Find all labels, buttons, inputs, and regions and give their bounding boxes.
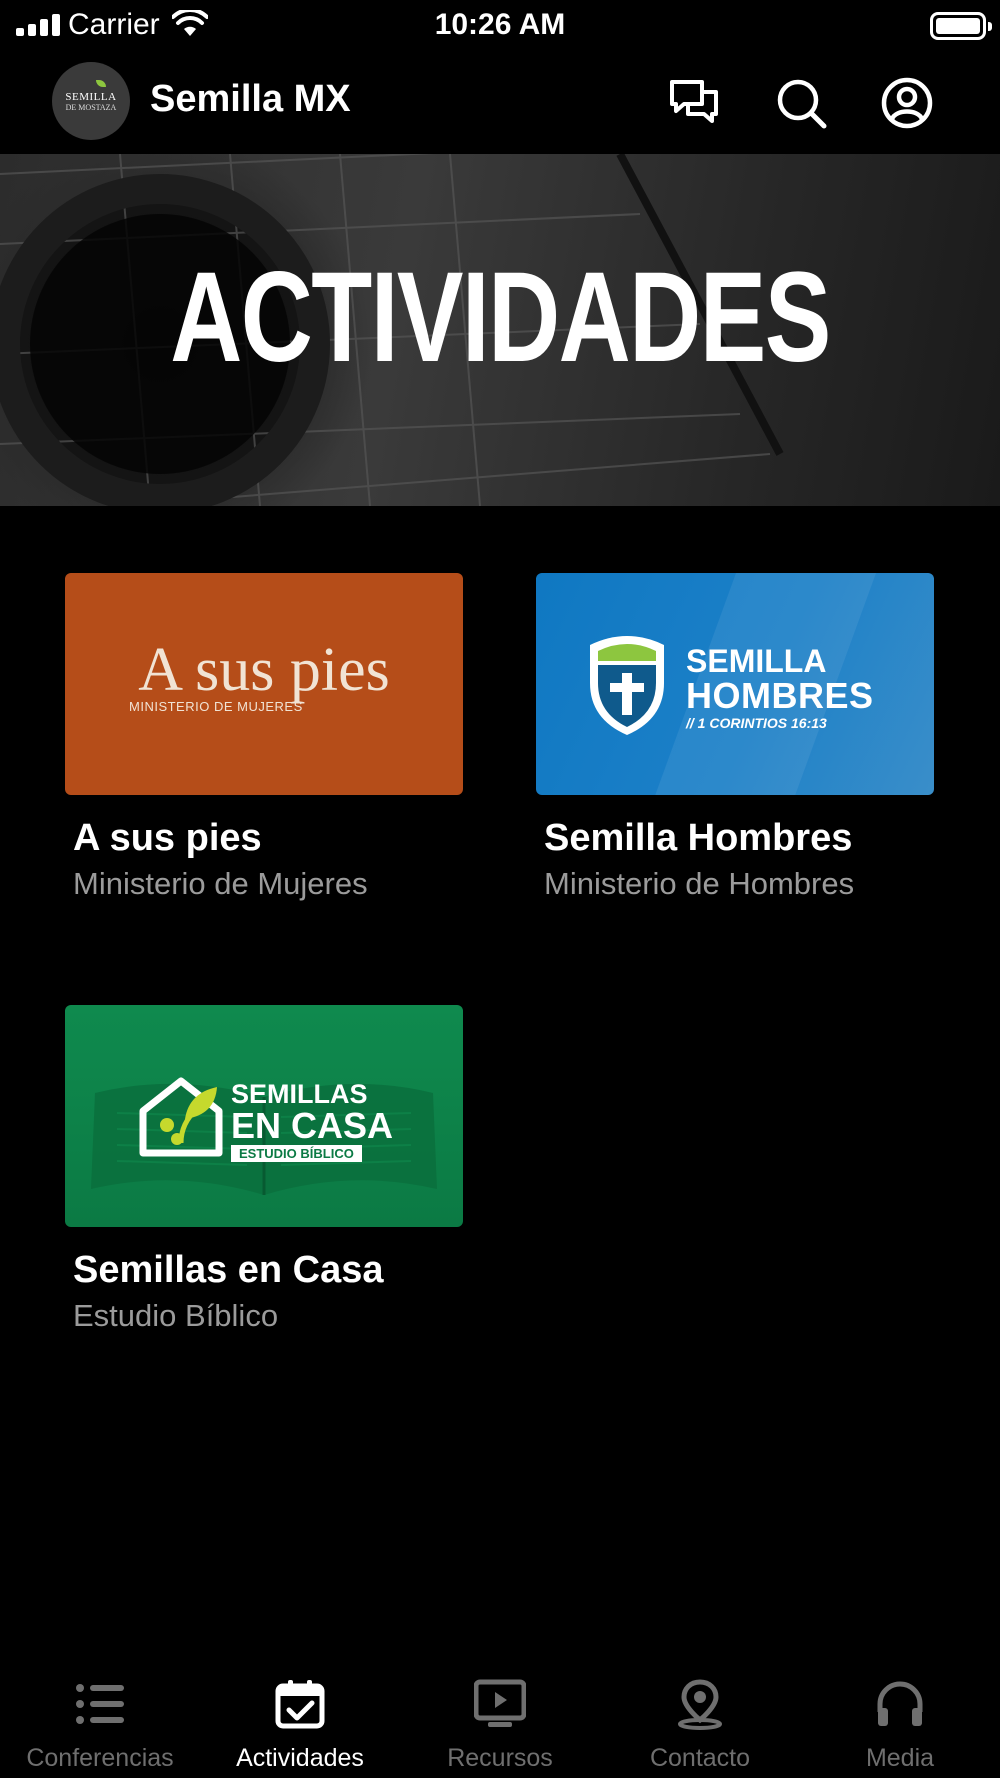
logo-line-2: EN CASA bbox=[231, 1105, 394, 1146]
status-bar: Carrier 10:26 AM bbox=[0, 0, 1000, 50]
tab-label: Actividades bbox=[236, 1744, 364, 1772]
card-image: SEMILLA HOMBRES // 1 CORINTIOS 16:13 bbox=[536, 573, 934, 795]
tab-label: Recursos bbox=[447, 1744, 553, 1772]
location-pin-icon bbox=[678, 1679, 722, 1730]
hero-title: ACTIVIDADES bbox=[170, 246, 831, 389]
card-title: Semilla Hombres bbox=[544, 817, 853, 859]
tab-recursos[interactable]: Recursos bbox=[400, 1656, 600, 1778]
headphones-icon bbox=[877, 1681, 923, 1726]
logo-text: A sus pies bbox=[138, 636, 390, 704]
tab-media[interactable]: Media bbox=[800, 1656, 1000, 1778]
app-header: SEMILLA DE MOSTAZA Semilla MX bbox=[0, 56, 1000, 154]
card-title: A sus pies bbox=[73, 817, 262, 859]
tv-play-icon bbox=[474, 1679, 526, 1727]
leaf-icon bbox=[96, 80, 106, 87]
card-image: SEMILLAS EN CASA ESTUDIO BÍBLICO bbox=[65, 1005, 463, 1227]
tab-actividades[interactable]: Actividades bbox=[200, 1656, 400, 1778]
tab-label: Media bbox=[865, 1744, 935, 1772]
calendar-check-icon bbox=[275, 1680, 325, 1729]
list-icon bbox=[76, 1684, 124, 1724]
card-title: Semillas en Casa bbox=[73, 1249, 384, 1291]
card-subtitle: Estudio Bíblico bbox=[73, 1298, 279, 1333]
card-subtitle: Ministerio de Mujeres bbox=[73, 866, 368, 901]
logo-text-top: SEMILLA bbox=[65, 90, 117, 103]
logo-line-3: // 1 CORINTIOS 16:13 bbox=[686, 715, 827, 731]
clock: 10:26 AM bbox=[434, 8, 566, 41]
logo-line-3: ESTUDIO BÍBLICO bbox=[231, 1145, 362, 1162]
logo-line-2: HOMBRES bbox=[686, 675, 874, 716]
logo-text-bottom: DE MOSTAZA bbox=[65, 102, 117, 112]
tab-bar: Conferencias Actividades Recursos Contac… bbox=[0, 1656, 1000, 1778]
card-subtitle: Ministerio de Hombres bbox=[544, 866, 855, 901]
shield-cross-icon bbox=[590, 636, 664, 735]
battery-icon bbox=[930, 12, 992, 40]
card-semilla-hombres[interactable]: SEMILLA HOMBRES // 1 CORINTIOS 16:13 Sem… bbox=[536, 573, 934, 902]
profile-icon[interactable] bbox=[880, 76, 934, 130]
logo-subtext: MINISTERIO DE MUJERES bbox=[129, 699, 303, 714]
card-a-sus-pies[interactable]: A sus pies MINISTERIO DE MUJERES A sus p… bbox=[65, 573, 463, 902]
house-sprout-icon bbox=[139, 1077, 223, 1157]
app-title: Semilla MX bbox=[150, 78, 351, 120]
tab-label: Conferencias bbox=[26, 1744, 174, 1772]
card-semillas-en-casa[interactable]: SEMILLAS EN CASA ESTUDIO BÍBLICO Semilla… bbox=[65, 1005, 463, 1334]
card-image: A sus pies MINISTERIO DE MUJERES bbox=[65, 573, 463, 795]
tab-conferencias[interactable]: Conferencias bbox=[0, 1656, 200, 1778]
hero-banner: ACTIVIDADES bbox=[0, 154, 1000, 506]
chat-icon[interactable] bbox=[668, 76, 722, 130]
search-icon[interactable] bbox=[774, 76, 828, 130]
tab-label: Contacto bbox=[649, 1744, 751, 1772]
tab-contacto[interactable]: Contacto bbox=[600, 1656, 800, 1778]
app-logo[interactable]: SEMILLA DE MOSTAZA bbox=[52, 62, 130, 140]
